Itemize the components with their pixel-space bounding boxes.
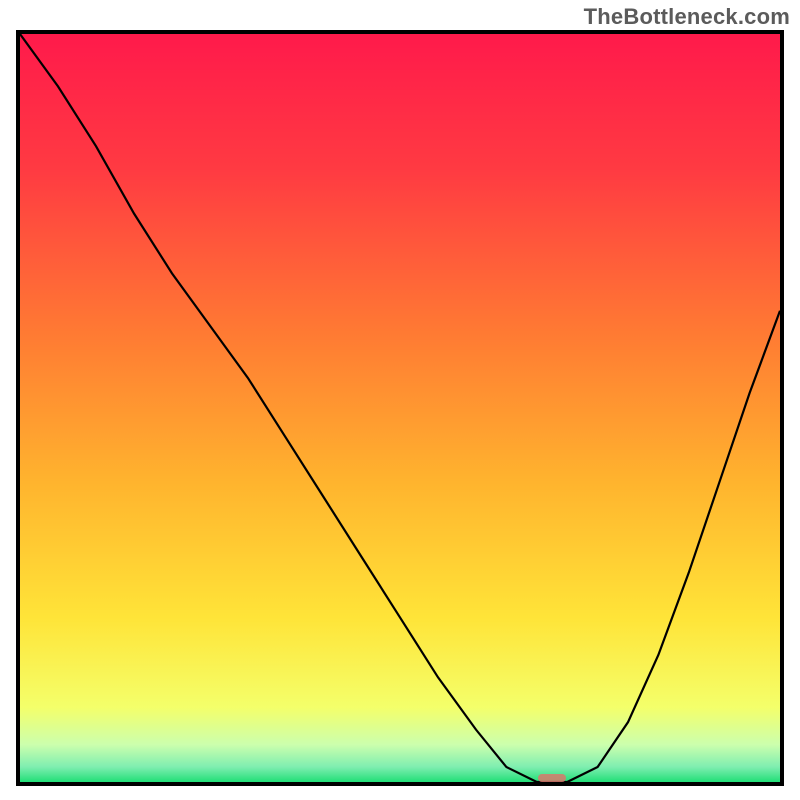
plot-area <box>20 34 780 782</box>
gradient-background <box>20 34 780 782</box>
watermark-text: TheBottleneck.com <box>584 4 790 30</box>
chart-svg <box>20 34 780 782</box>
root: TheBottleneck.com <box>0 0 800 800</box>
optimum-marker <box>538 774 566 782</box>
plot-frame <box>16 30 784 786</box>
